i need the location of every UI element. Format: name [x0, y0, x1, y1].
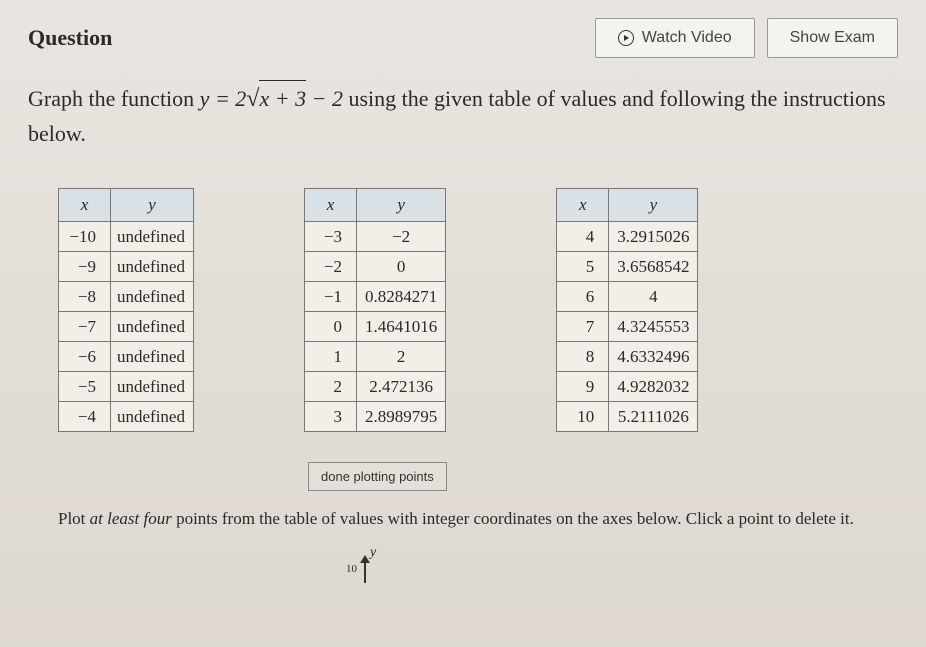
- graph-area[interactable]: y 10: [0, 545, 926, 585]
- cell-y: 0: [356, 252, 445, 282]
- done-plotting-button[interactable]: done plotting points: [308, 462, 447, 491]
- cell-x: −7: [59, 312, 111, 342]
- table-row: 84.6332496: [557, 342, 698, 372]
- values-table-2: x y −3−2−20−10.828427101.46410161222.472…: [304, 188, 446, 432]
- cell-x: 4: [557, 222, 609, 252]
- table-row: −8undefined: [59, 282, 194, 312]
- cell-x: −3: [304, 222, 356, 252]
- table-row: 105.2111026: [557, 402, 698, 432]
- eq-radicand: x + 3: [259, 80, 306, 115]
- y-axis-label: y: [370, 545, 376, 561]
- cell-x: −9: [59, 252, 111, 282]
- cell-x: 1: [304, 342, 356, 372]
- table-row: 43.2915026: [557, 222, 698, 252]
- problem-statement: Graph the function y = 2√x + 3 − 2 using…: [0, 66, 926, 158]
- instr-part1: Plot: [58, 509, 90, 528]
- cell-y: undefined: [111, 222, 194, 252]
- cell-x: −2: [304, 252, 356, 282]
- table-row: −7undefined: [59, 312, 194, 342]
- cell-y: 2: [356, 342, 445, 372]
- table-row: 53.6568542: [557, 252, 698, 282]
- table-row: −5undefined: [59, 372, 194, 402]
- table-row: 12: [304, 342, 445, 372]
- cell-y: undefined: [111, 342, 194, 372]
- cell-y: 4: [609, 282, 698, 312]
- plot-instructions: Plot at least four points from the table…: [0, 499, 926, 539]
- cell-x: −10: [59, 222, 111, 252]
- sqrt-icon: √x + 3: [246, 80, 306, 117]
- cell-y: 1.4641016: [356, 312, 445, 342]
- show-exam-button[interactable]: Show Exam: [767, 18, 898, 58]
- values-table-3: x y 43.291502653.65685426474.324555384.6…: [556, 188, 698, 432]
- header-buttons: Watch Video Show Exam: [595, 18, 898, 58]
- cell-x: −8: [59, 282, 111, 312]
- cell-x: 0: [304, 312, 356, 342]
- cell-y: −2: [356, 222, 445, 252]
- play-icon: [618, 30, 634, 46]
- cell-y: 4.6332496: [609, 342, 698, 372]
- cell-x: 3: [304, 402, 356, 432]
- y-axis-line: [364, 559, 366, 583]
- table-row: −20: [304, 252, 445, 282]
- cell-y: 2.472136: [356, 372, 445, 402]
- cell-y: 4.3245553: [609, 312, 698, 342]
- table-row: −10.8284271: [304, 282, 445, 312]
- eq-equals: =: [209, 86, 235, 111]
- table-header-y: y: [609, 189, 698, 222]
- watch-video-button[interactable]: Watch Video: [595, 18, 755, 58]
- table-row: −3−2: [304, 222, 445, 252]
- cell-x: 5: [557, 252, 609, 282]
- cell-x: 9: [557, 372, 609, 402]
- cell-y: 0.8284271: [356, 282, 445, 312]
- cell-y: undefined: [111, 402, 194, 432]
- table-row: 94.9282032: [557, 372, 698, 402]
- eq-coef: 2: [235, 86, 246, 111]
- cell-x: −1: [304, 282, 356, 312]
- table-row: 22.472136: [304, 372, 445, 402]
- cell-x: −4: [59, 402, 111, 432]
- table-row: 32.8989795: [304, 402, 445, 432]
- cell-x: −6: [59, 342, 111, 372]
- table-header-x: x: [59, 189, 111, 222]
- table-row: −10undefined: [59, 222, 194, 252]
- cell-y: 2.8989795: [356, 402, 445, 432]
- cell-y: 3.2915026: [609, 222, 698, 252]
- equation: y = 2√x + 3 − 2: [200, 86, 349, 111]
- cell-y: undefined: [111, 372, 194, 402]
- cell-y: 5.2111026: [609, 402, 698, 432]
- cell-y: 3.6568542: [609, 252, 698, 282]
- cell-y: 4.9282032: [609, 372, 698, 402]
- table-row: −9undefined: [59, 252, 194, 282]
- cell-x: −5: [59, 372, 111, 402]
- eq-tail: − 2: [306, 86, 343, 111]
- values-table-1: x y −10undefined−9undefined−8undefined−7…: [58, 188, 194, 432]
- eq-lhs: y: [200, 86, 210, 111]
- table-row: 01.4641016: [304, 312, 445, 342]
- cell-y: undefined: [111, 312, 194, 342]
- table-row: 64: [557, 282, 698, 312]
- table-header-y: y: [111, 189, 194, 222]
- question-title: Question: [28, 25, 112, 51]
- table-header-x: x: [304, 189, 356, 222]
- cell-y: undefined: [111, 282, 194, 312]
- watch-video-label: Watch Video: [642, 29, 732, 47]
- table-row: −6undefined: [59, 342, 194, 372]
- instr-emph: at least four: [90, 509, 172, 528]
- cell-x: 7: [557, 312, 609, 342]
- instr-part2: points from the table of values with int…: [172, 509, 854, 528]
- tables-row: x y −10undefined−9undefined−8undefined−7…: [0, 158, 926, 444]
- cell-x: 6: [557, 282, 609, 312]
- y-axis-tick: 10: [346, 563, 357, 575]
- cell-x: 8: [557, 342, 609, 372]
- table-header-x: x: [557, 189, 609, 222]
- table-header-y: y: [356, 189, 445, 222]
- table-row: −4undefined: [59, 402, 194, 432]
- cell-x: 2: [304, 372, 356, 402]
- show-exam-label: Show Exam: [790, 29, 875, 47]
- cell-y: undefined: [111, 252, 194, 282]
- problem-prefix: Graph the function: [28, 86, 200, 111]
- cell-x: 10: [557, 402, 609, 432]
- table-row: 74.3245553: [557, 312, 698, 342]
